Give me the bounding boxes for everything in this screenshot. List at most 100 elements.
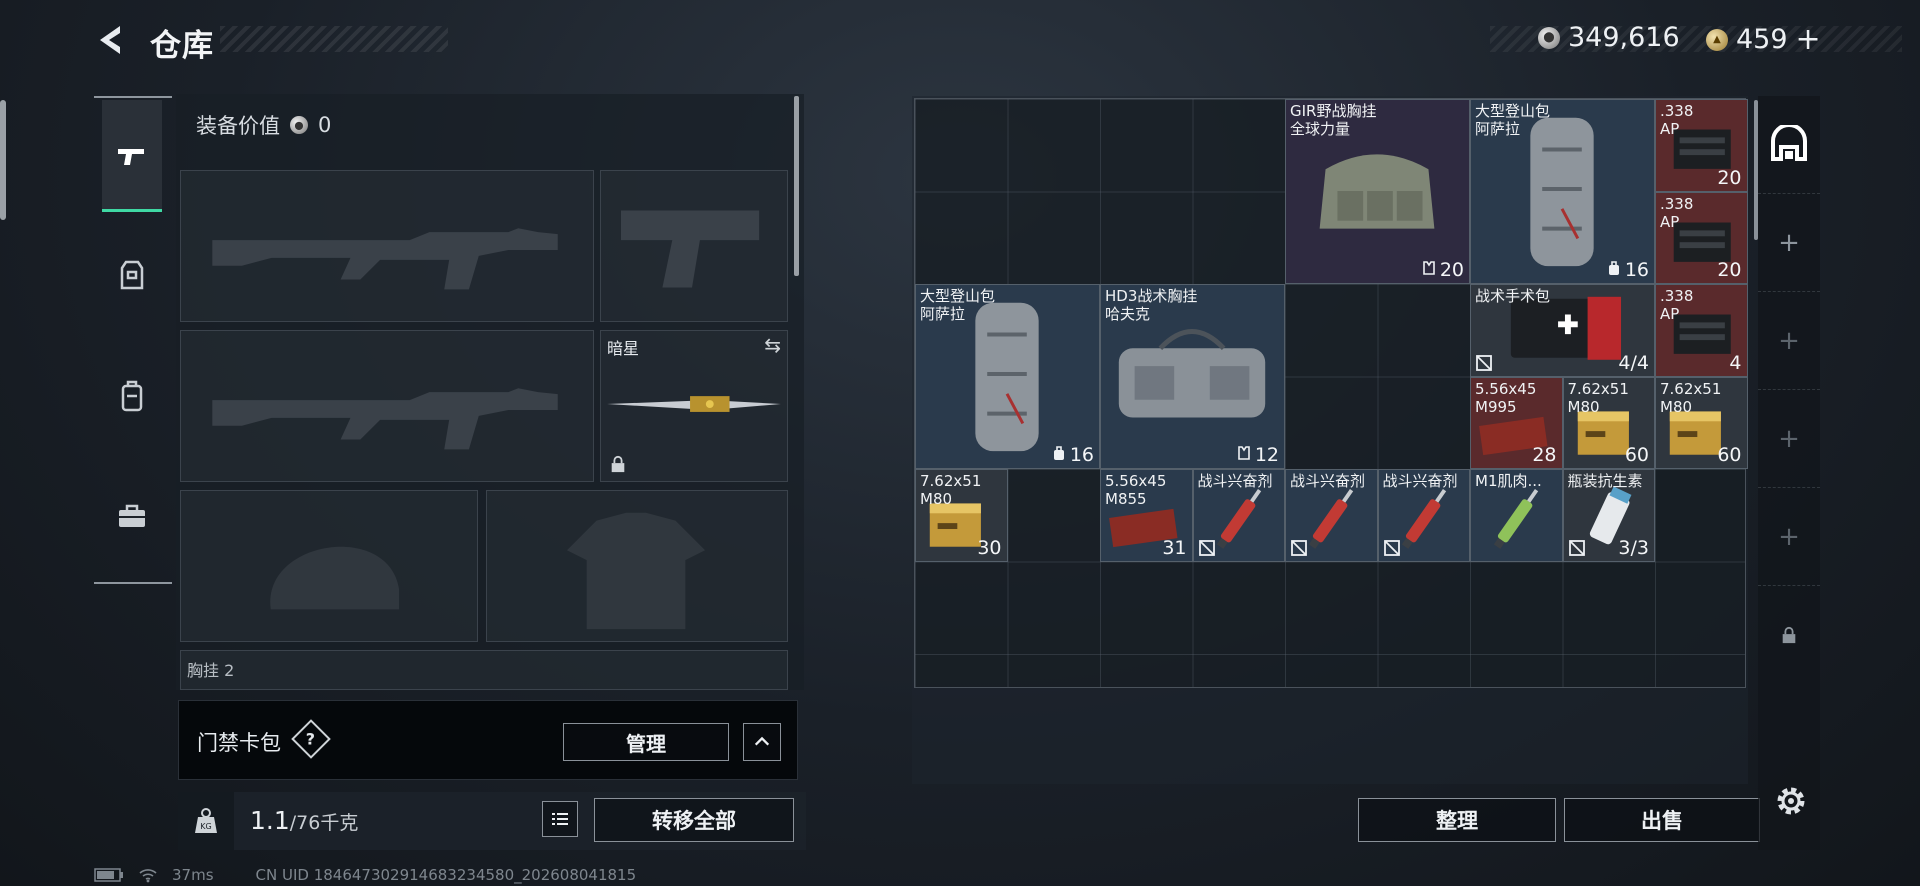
tab-backpack[interactable] [102,340,162,452]
loadout-panel: 装备价值 ⬤ 0 暗星 ⇆ 胸挂 2 [176,94,804,690]
stash-item[interactable]: 战斗兴奋剂 [1377,469,1470,562]
stash-item[interactable]: 5.56x45 M995 28 [1470,376,1563,469]
pistol-silhouette-icon [620,210,760,288]
gold-coin-icon: ▲ [1706,28,1728,51]
item-name: 瓶装抗生素 [1567,472,1643,490]
secondary-weapon-slot[interactable] [180,330,594,482]
sell-button[interactable]: 出售 [1564,798,1760,842]
manage-button[interactable]: 管理 [563,723,729,761]
stash-item[interactable]: GIR野战胸挂 全球力量 20 [1285,99,1470,284]
add-stash-page-button[interactable]: + [1758,292,1820,390]
stash-item[interactable]: 战斗兴奋剂 [1285,469,1378,562]
helmet-silhouette-icon [270,546,400,610]
gold-currency[interactable]: ▲ 459 + [1706,22,1821,57]
transfer-all-button[interactable]: 转移全部 [594,798,794,842]
chest-rig-slot[interactable]: 胸挂 2 [180,650,788,690]
item-quantity-value: 20 [1439,259,1464,281]
item-name: 7.62x51 M80 [1567,379,1629,416]
stash-page-main[interactable] [1758,96,1820,194]
stash-item[interactable]: 大型登山包 阿萨拉 16 [1470,99,1655,284]
stash-item[interactable]: .338 AP 20 [1655,99,1748,192]
chest-rig-label: 胸挂 2 [187,661,235,680]
item-quantity-value: 4/4 [1618,351,1649,374]
item-name: HD3战术胸挂 哈夫克 [1105,287,1198,323]
vest-icon [120,260,144,290]
screen-edge-indicator [0,100,6,220]
loadout-scrollbar[interactable] [794,96,799,276]
gold-amount: 459 [1736,24,1788,55]
stash-item[interactable]: 7.62x51 M80 60 [1562,376,1655,469]
tab-toolbox[interactable] [102,460,162,572]
add-stash-page-button[interactable]: + [1758,194,1820,292]
stash-item[interactable]: .338 AP 20 [1655,191,1748,284]
add-stash-page-button[interactable]: + [1758,488,1820,586]
item-name: .338 AP [1660,287,1694,323]
knife-icon [607,396,781,412]
current-weight: 1.1 [250,806,290,835]
locked-stash-page[interactable] [1758,586,1820,684]
item-name: M1肌肉... [1475,472,1542,490]
card-pack-label: 门禁卡包 [197,731,281,755]
rifle-silhouette-icon [212,388,558,450]
access-card-pack: 门禁卡包 ? 管理 [178,700,798,780]
title-stripe-decoration [220,26,448,52]
stash-item[interactable]: 5.56x45 M855 31 [1100,469,1193,562]
stash-item[interactable]: M1肌肉... [1470,469,1563,562]
add-stash-page-button[interactable]: + [1758,390,1820,488]
item-quantity: 30 [977,537,1001,559]
stash-item[interactable]: 瓶装抗生素 3/3 [1562,469,1655,562]
stash-item[interactable]: HD3战术胸挂 哈夫克 12 [1100,284,1285,469]
item-name: 大型登山包 阿萨拉 [920,287,996,323]
carry-weight-bar: KG 1.1/76千克 转移全部 [178,792,806,850]
melee-slot[interactable]: 暗星 ⇆ [600,330,788,482]
item-quantity-value: 4 [1729,351,1742,374]
item-quantity: 3/3 [1618,537,1649,559]
gold-add-icon[interactable]: + [1796,22,1821,57]
no-insurance-icon [1198,539,1216,557]
silver-currency: ⬤ 349,616 [1538,22,1680,53]
svg-text:KG: KG [200,822,211,831]
pistol-icon [118,148,144,165]
stash-item[interactable]: .338 AP 4 [1655,284,1748,377]
carry-weight: 1.1/76千克 [250,806,358,835]
silver-coin-icon: ⬤ [1538,26,1560,49]
item-quantity: 20 [1717,167,1741,189]
item-quantity: 20 [1717,259,1741,281]
primary-weapon-slot[interactable] [180,170,594,322]
list-view-button[interactable] [542,801,578,837]
top-bar: 仓库 ⬤ 349,616 ▲ 459 + [0,0,1920,80]
battery-icon [94,868,123,882]
backpack-capacity-icon [1606,259,1622,281]
tab-weapons[interactable] [102,100,162,212]
item-name: .338 AP [1660,102,1694,138]
plus-icon: + [1778,325,1800,356]
item-name: GIR野战胸挂 全球力量 [1290,102,1377,138]
pistol-slot[interactable] [600,170,788,322]
rifle-silhouette-icon [212,228,558,290]
stash-grid[interactable]: GIR野战胸挂 全球力量 20 大型登山包 阿萨拉 16.338 AP 20.338 A… [914,98,1748,688]
help-icon[interactable]: ? [291,719,331,759]
item-name: 大型登山包 阿萨拉 [1475,102,1551,138]
backpack-capacity-icon [1051,444,1067,466]
settings-gear-icon[interactable] [1773,783,1809,819]
item-name: 5.56x45 M855 [1105,472,1167,508]
item-name: 5.56x45 M995 [1475,379,1537,416]
item-quantity-value: 60 [1717,444,1742,466]
armor-slot[interactable] [486,490,788,642]
stash-item[interactable]: 战术手术包 4/4 [1470,284,1655,377]
stash-item[interactable]: 7.62x51 M80 30 [915,469,1008,562]
stash-item[interactable]: 7.62x51 M80 60 [1655,376,1748,469]
stash-item[interactable]: 战斗兴奋剂 [1192,469,1285,562]
weight-capacity: /76千克 [289,812,359,834]
item-quantity-value: 12 [1254,444,1279,466]
helmet-slot[interactable] [180,490,478,642]
expand-button[interactable] [743,723,781,761]
wifi-icon [139,869,157,883]
organize-button[interactable]: 整理 [1358,798,1556,842]
item-quantity: 31 [1162,537,1186,559]
no-insurance-icon [1290,539,1308,557]
tab-vest[interactable] [102,220,162,332]
stash-item[interactable]: 大型登山包 阿萨拉 16 [915,284,1100,469]
back-icon[interactable] [94,22,130,58]
equipment-value-label: 装备价值 [196,114,280,138]
